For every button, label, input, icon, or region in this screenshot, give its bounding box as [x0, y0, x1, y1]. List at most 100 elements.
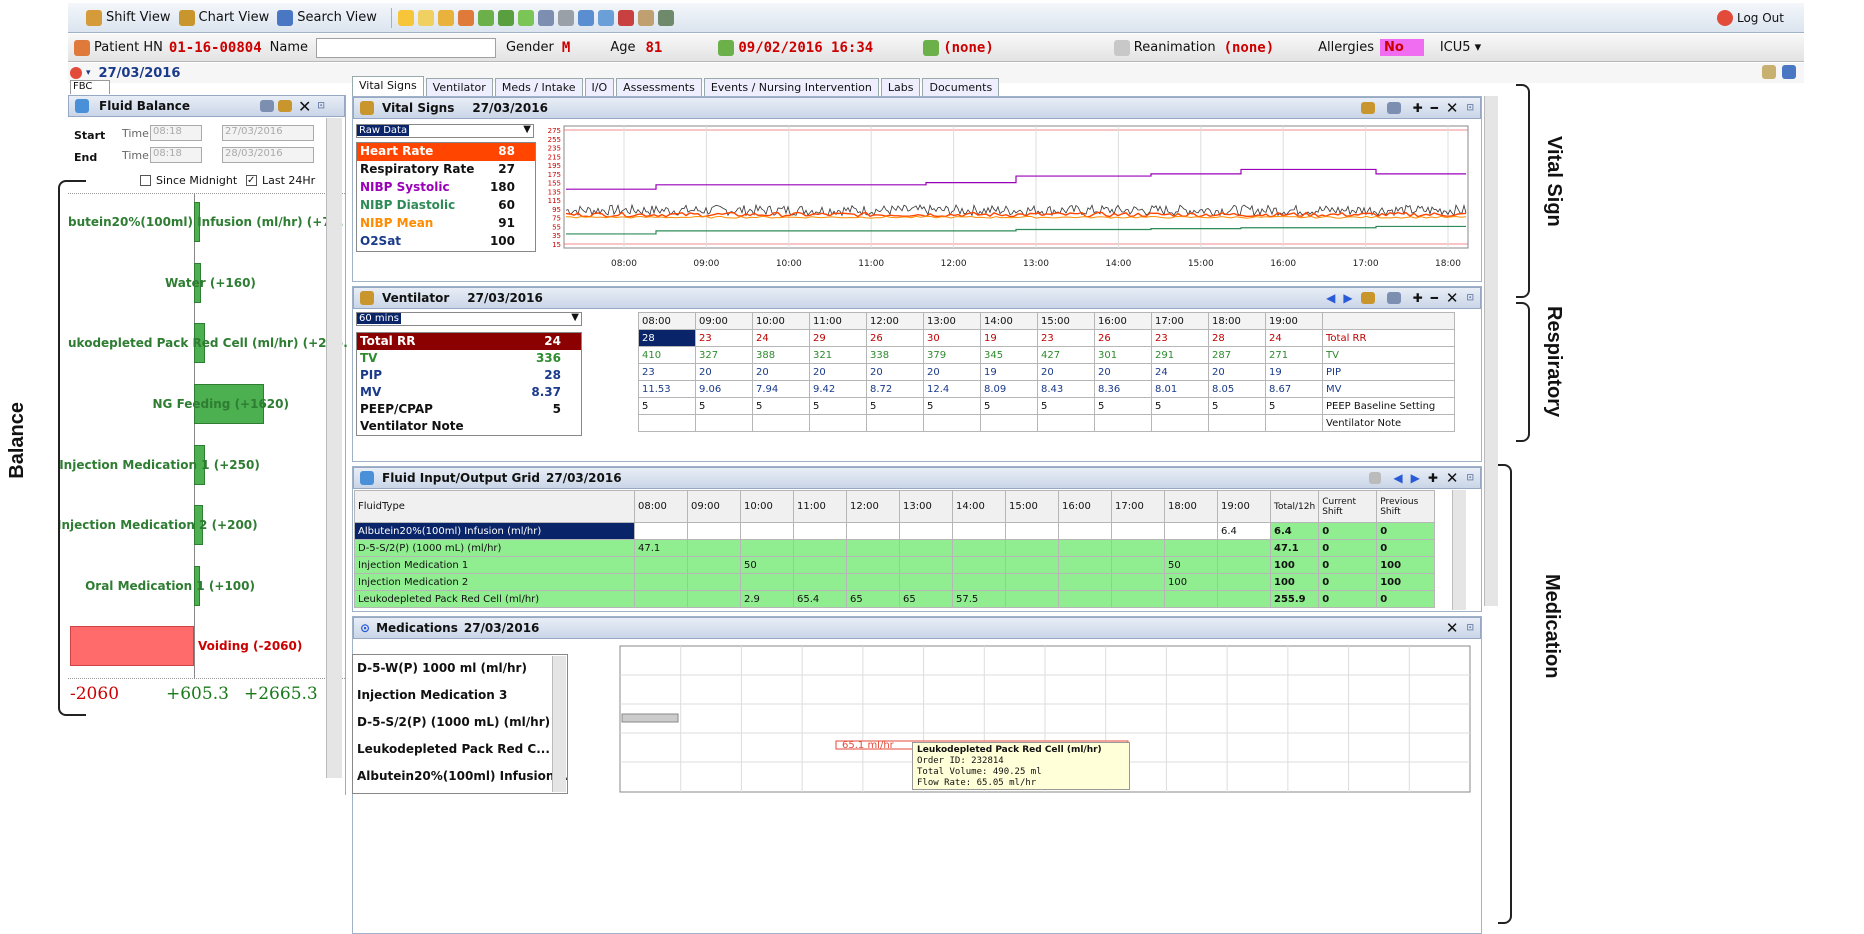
tab-ventilator[interactable]: Ventilator [425, 78, 493, 96]
edit-icon[interactable] [1762, 65, 1776, 79]
fluid-cell[interactable] [687, 556, 741, 574]
vital-param-row[interactable]: Respiratory Rate 27 [357, 161, 535, 179]
left-panel-scrollbar[interactable] [326, 118, 342, 778]
pencil-icon[interactable] [417, 9, 434, 26]
ventilator-cell[interactable]: 11.53 [638, 380, 696, 398]
ventilator-cell[interactable]: 5 [1265, 397, 1323, 415]
table-row[interactable]: Albutein20%(100ml) Infusion (ml/hr) 6.4 6.… [354, 522, 1436, 540]
close-icon[interactable]: ✕ [1446, 289, 1459, 307]
fluid-cell[interactable]: 65 [899, 590, 953, 608]
fluid-cell[interactable]: 65 [846, 590, 900, 608]
fluid-cell[interactable] [1111, 573, 1165, 591]
ventilator-cell[interactable]: 338 [866, 346, 924, 364]
fluid-cell[interactable] [1164, 590, 1218, 608]
fluid-type-cell[interactable]: Injection Medication 1 [354, 556, 635, 574]
fluid-cell[interactable] [1005, 556, 1059, 574]
chart-icon[interactable] [277, 100, 292, 112]
fluid-cell[interactable]: 6.4 [1217, 522, 1271, 540]
ventilator-cell[interactable]: 8.43 [1037, 380, 1095, 398]
ventilator-cell[interactable]: 427 [1037, 346, 1095, 364]
fluid-cell[interactable] [952, 556, 1006, 574]
start-date-input[interactable]: 27/03/2016 [222, 125, 314, 141]
fluid-cell[interactable] [634, 522, 688, 540]
expand-icon[interactable]: ⊡ [317, 101, 325, 111]
swap-icon[interactable] [637, 9, 654, 26]
chart-view-button[interactable]: Chart View [178, 9, 269, 26]
tab-vital-signs[interactable]: Vital Signs [352, 76, 424, 96]
ventilator-cell[interactable]: 24 [1151, 363, 1209, 381]
fluid-cell[interactable] [1005, 590, 1059, 608]
ventilator-cell[interactable] [1265, 414, 1323, 432]
minimize-icon[interactable]: ━ [1431, 291, 1438, 305]
logout-button[interactable]: Log Out [1716, 10, 1784, 26]
start-time-input[interactable]: 08:18 [150, 125, 202, 141]
vital-param-row[interactable]: O2Sat 100 [357, 233, 535, 251]
tab-i-o[interactable]: I/O [584, 78, 615, 96]
fluid-cell[interactable] [687, 539, 741, 557]
ventilator-cell[interactable]: 5 [809, 397, 867, 415]
fluid-cell[interactable] [1058, 590, 1112, 608]
prev-icon[interactable]: ◀ [1326, 291, 1335, 305]
ventilator-cell[interactable] [809, 414, 867, 432]
vital-param-row[interactable]: NIBP Mean 91 [357, 215, 535, 233]
fluid-cell[interactable] [1111, 556, 1165, 574]
next-icon[interactable]: ▶ [1411, 471, 1420, 485]
ventilator-cell[interactable]: 20 [923, 363, 981, 381]
ventilator-cell[interactable]: 23 [638, 363, 696, 381]
infusion-rate-label[interactable]: 65.1 ml/hr [842, 740, 894, 751]
ventilator-cell[interactable]: 8.01 [1151, 380, 1209, 398]
medication-list-item[interactable]: D-5-S/2(P) (1000 mL) (ml/hr) [353, 709, 567, 736]
user-alert-icon[interactable] [617, 9, 634, 26]
tool-icon[interactable] [657, 9, 674, 26]
fluid-cell[interactable]: 2.9 [740, 590, 794, 608]
ventilator-cell[interactable]: 8.72 [866, 380, 924, 398]
fluid-cell[interactable] [740, 573, 794, 591]
ventilator-cell[interactable]: 287 [1208, 346, 1266, 364]
pills-icon[interactable] [577, 9, 594, 26]
star-icon[interactable] [397, 9, 414, 26]
ventilator-cell[interactable] [752, 414, 810, 432]
ventilator-cell[interactable]: 379 [923, 346, 981, 364]
shift-view-button[interactable]: Shift View [86, 9, 171, 26]
fluid-cell[interactable] [846, 573, 900, 591]
syringe-icon[interactable] [557, 9, 574, 26]
fluid-cell[interactable] [687, 573, 741, 591]
vital-param-row[interactable]: NIBP Systolic 180 [357, 179, 535, 197]
ventilator-param-row[interactable]: TV 336 [357, 350, 581, 367]
medication-list-item[interactable]: Leukodepleted Pack Red C... [353, 736, 567, 763]
tab-labs[interactable]: Labs [880, 78, 921, 96]
table-row[interactable]: Injection Medication 2 100 100 0 100 [354, 573, 1436, 591]
document-icon[interactable] [537, 9, 554, 26]
fluid-cell[interactable] [634, 590, 688, 608]
ventilator-cell[interactable] [638, 414, 696, 432]
ventilator-cell[interactable]: 5 [923, 397, 981, 415]
fluid-cell[interactable] [1164, 522, 1218, 540]
ventilator-param-row[interactable]: Ventilator Note [357, 418, 581, 435]
ventilator-cell[interactable]: 8.36 [1094, 380, 1152, 398]
fluid-cell[interactable] [899, 556, 953, 574]
ventilator-cell[interactable]: 20 [809, 363, 867, 381]
ventilator-cell[interactable] [980, 414, 1038, 432]
ventilator-cell[interactable]: 20 [866, 363, 924, 381]
ventilator-cell[interactable]: 29 [809, 329, 867, 347]
fluid-cell[interactable]: 50 [1164, 556, 1218, 574]
fluid-type-cell[interactable]: Leukodepleted Pack Red Cell (ml/hr) [354, 590, 635, 608]
add-icon[interactable]: ✚ [1428, 471, 1438, 485]
tab-meds-intake[interactable]: Meds / Intake [494, 78, 583, 96]
tab-assessments[interactable]: Assessments [616, 78, 702, 96]
end-time-input[interactable]: 08:18 [150, 147, 202, 163]
ventilator-param-row[interactable]: PEEP/CPAP 5 [357, 401, 581, 418]
fluid-type-cell[interactable]: Albutein20%(100ml) Infusion (ml/hr) [354, 522, 635, 540]
export-icon[interactable] [1369, 472, 1382, 484]
fluid-cell[interactable]: 47.1 [634, 539, 688, 557]
next-icon[interactable]: ▶ [1343, 291, 1352, 305]
since-midnight-checkbox[interactable] [140, 175, 151, 186]
fluid-cell[interactable] [1111, 590, 1165, 608]
ventilator-cell[interactable]: 5 [695, 397, 753, 415]
medication-list-item[interactable]: Albutein20%(100ml) Infusion... [353, 763, 567, 790]
ventilator-cell[interactable]: 5 [1037, 397, 1095, 415]
fluid-cell[interactable] [740, 522, 794, 540]
ventilator-cell[interactable]: 301 [1094, 346, 1152, 364]
ventilator-cell[interactable] [1094, 414, 1152, 432]
fluid-cell[interactable]: 65.4 [793, 590, 847, 608]
